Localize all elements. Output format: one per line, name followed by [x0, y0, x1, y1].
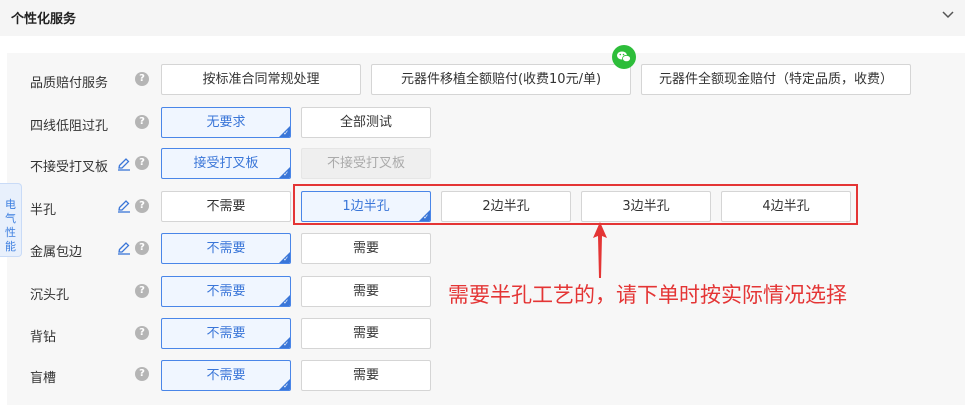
option-component-transplant-compensation[interactable]: 元器件移植全额赔付(收费10元/单) [371, 64, 631, 95]
option-back-drill-none[interactable]: 不需要 ✓ [161, 318, 291, 349]
row-label-metal-edge: 金属包边 [30, 245, 83, 260]
help-icon[interactable]: ? [135, 115, 149, 129]
annotation-text: 需要半孔工艺的，请下单时按实际情况选择 [448, 283, 847, 307]
option-blind-slot-need[interactable]: 需要 [301, 360, 431, 391]
check-icon: ✓ [283, 129, 289, 137]
option-label: 接受打叉板 [193, 156, 259, 171]
help-icon[interactable]: ? [135, 241, 149, 255]
half-hole-highlight-box [293, 184, 858, 225]
wechat-icon [612, 45, 636, 69]
row-label-countersink: 沉头孔 [30, 288, 70, 303]
option-label: 不需要 [206, 241, 246, 256]
side-tab-label: 电气性能 [5, 198, 16, 253]
check-icon: ✓ [283, 298, 289, 306]
option-half-hole-none[interactable]: 不需要 [161, 191, 291, 222]
section-title: 个性化服务 [11, 12, 77, 27]
row-label-quality-compensation: 品质赔付服务 [30, 76, 109, 91]
row-label-half-hole: 半孔 [30, 203, 57, 218]
help-icon[interactable]: ? [135, 199, 149, 213]
option-countersink-need[interactable]: 需要 [301, 276, 431, 307]
help-icon[interactable]: ? [135, 156, 149, 170]
pencil-icon[interactable] [117, 157, 131, 171]
row-label-back-drill: 背钻 [30, 330, 57, 345]
option-no-requirement[interactable]: 无要求 ✓ [161, 107, 291, 138]
option-label: 无要求 [206, 115, 246, 130]
option-label: 不需要 [206, 284, 246, 299]
section-header[interactable]: 个性化服务 [0, 0, 965, 36]
option-countersink-none[interactable]: 不需要 ✓ [161, 276, 291, 307]
option-standard-contract[interactable]: 按标准合同常规处理 [161, 64, 361, 95]
check-icon: ✓ [283, 255, 289, 263]
row-label-x-out-board: 不接受打叉板 [30, 160, 109, 175]
chevron-down-icon[interactable] [941, 8, 955, 22]
electrical-performance-tab[interactable]: 电气性能 [0, 183, 22, 257]
check-icon: ✓ [423, 213, 429, 221]
help-icon[interactable]: ? [135, 284, 149, 298]
option-reject-x-out: 不接受打叉板 [301, 148, 431, 179]
option-label: 不需要 [206, 326, 246, 341]
help-icon[interactable]: ? [135, 326, 149, 340]
help-icon[interactable]: ? [135, 367, 149, 381]
help-icon[interactable]: ? [135, 72, 149, 86]
red-arrow-icon [593, 222, 607, 278]
row-label-four-wire-via: 四线低阻过孔 [30, 119, 109, 134]
service-options-panel [7, 53, 965, 405]
row-label-blind-slot: 盲槽 [30, 371, 57, 386]
option-test-all[interactable]: 全部测试 [301, 107, 431, 138]
check-icon: ✓ [283, 340, 289, 348]
check-icon: ✓ [283, 170, 289, 178]
option-metal-edge-need[interactable]: 需要 [301, 233, 431, 264]
option-full-cash-compensation[interactable]: 元器件全额现金赔付（特定品质，收费） [641, 64, 911, 95]
pencil-icon[interactable] [117, 241, 131, 255]
option-back-drill-need[interactable]: 需要 [301, 318, 431, 349]
option-blind-slot-none[interactable]: 不需要 ✓ [161, 360, 291, 391]
pencil-icon[interactable] [117, 199, 131, 213]
option-accept-x-out[interactable]: 接受打叉板 ✓ [161, 148, 291, 179]
option-label: 不需要 [206, 368, 246, 383]
option-metal-edge-none[interactable]: 不需要 ✓ [161, 233, 291, 264]
check-icon: ✓ [283, 382, 289, 390]
